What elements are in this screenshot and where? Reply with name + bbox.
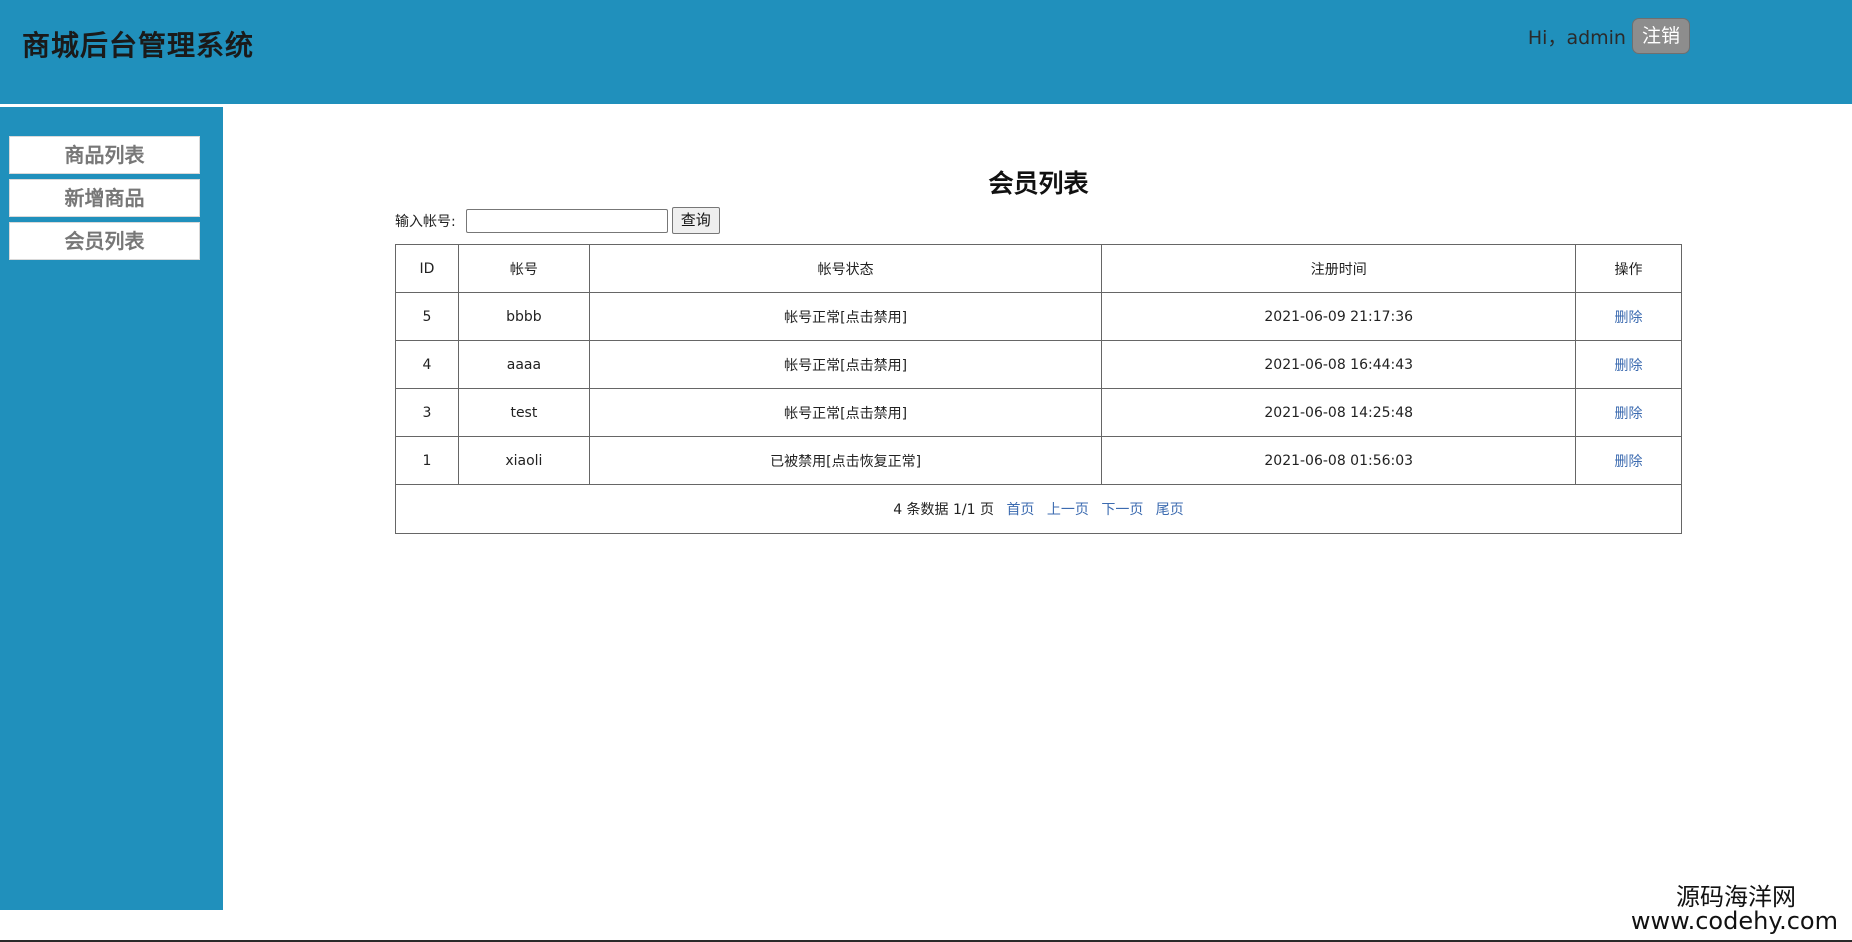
status-toggle-link[interactable]: 帐号正常[点击禁用]: [588, 340, 1103, 389]
cell-id: 1: [395, 436, 459, 485]
pager-row: 4 条数据 1/1 页 首页 上一页 下一页 尾页: [395, 484, 1682, 534]
delete-link[interactable]: 删除: [1615, 358, 1643, 374]
table-row: 1 xiaoli 已被禁用[点击恢复正常] 2021-06-08 01:56:0…: [395, 436, 1682, 485]
table-row: 4 aaaa 帐号正常[点击禁用] 2021-06-08 16:44:43 删除: [395, 340, 1682, 389]
sidebar: 商品列表 新增商品 会员列表: [0, 107, 223, 910]
search-label: 输入帐号:: [395, 213, 456, 230]
search-bar: 输入帐号: 查询: [395, 207, 720, 234]
delete-link[interactable]: 删除: [1615, 406, 1643, 422]
table-row: 5 bbbb 帐号正常[点击禁用] 2021-06-09 21:17:36 删除: [395, 292, 1682, 341]
query-button[interactable]: 查询: [671, 207, 720, 234]
pager-first-link[interactable]: 首页: [1006, 502, 1034, 518]
cell-account: test: [457, 388, 590, 437]
column-header-register-time: 注册时间: [1101, 244, 1577, 293]
column-header-id: ID: [395, 244, 459, 293]
table-header-row: ID 帐号 帐号状态 注册时间 操作: [395, 244, 1682, 293]
pager-summary: 4 条数据 1/1 页: [893, 502, 994, 518]
cell-id: 3: [395, 388, 459, 437]
column-header-status: 帐号状态: [588, 244, 1103, 293]
cell-account: bbbb: [457, 292, 590, 341]
pagination: 4 条数据 1/1 页 首页 上一页 下一页 尾页: [395, 484, 1682, 534]
app-title: 商城后台管理系统: [22, 29, 255, 62]
pager-next-link[interactable]: 下一页: [1101, 502, 1143, 518]
cell-account: aaaa: [457, 340, 590, 389]
watermark-cn: 源码海洋网: [1676, 883, 1796, 911]
cell-register-time: 2021-06-08 01:56:03: [1101, 436, 1577, 485]
user-greeting: Hi，admin: [1527, 26, 1626, 49]
cell-register-time: 2021-06-08 16:44:43: [1101, 340, 1577, 389]
delete-link[interactable]: 删除: [1615, 454, 1643, 470]
sidebar-item-add-product[interactable]: 新增商品: [9, 179, 200, 217]
status-toggle-link[interactable]: 帐号正常[点击禁用]: [588, 388, 1103, 437]
cell-register-time: 2021-06-09 21:17:36: [1101, 292, 1577, 341]
table-row: 3 test 帐号正常[点击禁用] 2021-06-08 14:25:48 删除: [395, 388, 1682, 437]
user-area: Hi，admin 注销: [1528, 18, 1690, 54]
member-table: ID 帐号 帐号状态 注册时间 操作 5 bbbb 帐号正常[点击禁用] 202…: [395, 244, 1682, 534]
sidebar-item-product-list[interactable]: 商品列表: [9, 136, 200, 174]
column-header-account: 帐号: [457, 244, 590, 293]
page-title: 会员列表: [988, 169, 1089, 198]
cell-id: 5: [395, 292, 459, 341]
watermark: 源码海洋网 www.codehy.com: [1631, 885, 1838, 933]
pager-last-link[interactable]: 尾页: [1156, 502, 1184, 518]
top-header: 商城后台管理系统 Hi，admin 注销: [0, 0, 1852, 104]
pager-prev-link[interactable]: 上一页: [1047, 502, 1089, 518]
watermark-url: www.codehy.com: [1630, 907, 1838, 935]
cell-register-time: 2021-06-08 14:25:48: [1101, 388, 1577, 437]
cell-id: 4: [395, 340, 459, 389]
cell-account: xiaoli: [457, 436, 590, 485]
column-header-actions: 操作: [1575, 244, 1682, 293]
delete-link[interactable]: 删除: [1615, 310, 1643, 326]
logout-button[interactable]: 注销: [1631, 18, 1690, 54]
sidebar-item-member-list[interactable]: 会员列表: [9, 222, 200, 260]
status-toggle-link[interactable]: 已被禁用[点击恢复正常]: [588, 436, 1103, 485]
account-search-input[interactable]: [465, 208, 668, 233]
status-toggle-link[interactable]: 帐号正常[点击禁用]: [588, 292, 1103, 341]
